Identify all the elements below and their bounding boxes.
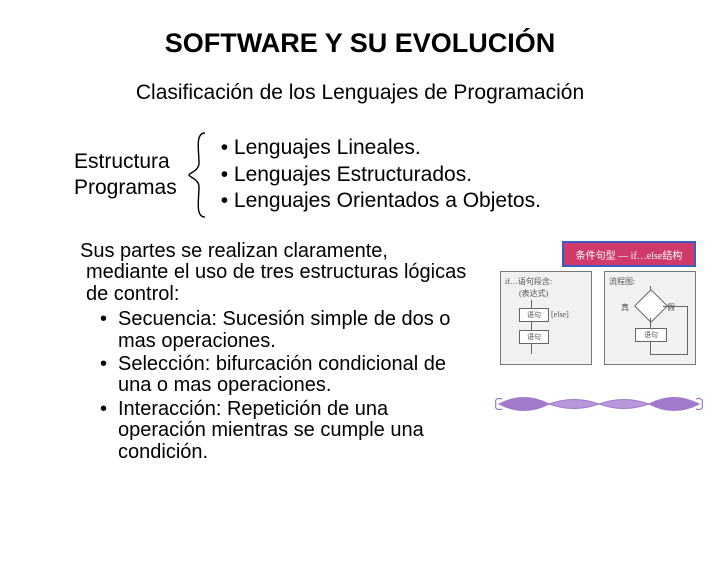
body-intro: Sus partes se realizan claramente, media… [72,241,472,305]
list-item: Selección: bifurcación condicional de un… [100,354,472,397]
d1-sub: (表达式) [519,288,548,299]
brace-group: Estructura Programas • Lenguajes Lineale… [74,131,720,219]
d1-arrow-icon [531,344,532,354]
d1-arrow-icon [531,322,532,330]
list-item: Interacción: Repetición de una operación… [100,399,472,463]
brace-label: Estructura Programas [74,149,177,202]
body-text: Sus partes se realizan claramente, media… [72,241,472,463]
d2-branch-icon [650,354,688,355]
brace-label-line2: Programas [74,176,177,199]
brace-item: • Lenguajes Orientados a Objetos. [221,188,541,215]
brace-label-line1: Estructura [74,150,170,173]
left-brace-icon [185,131,211,219]
d2-branch-icon [663,306,687,307]
figure-caption-bar: 条件句型 — if…else结构 [562,241,696,267]
d2-false: 假 [667,302,675,313]
d1-arrow-icon [531,300,532,308]
d2-step: 语句 [635,328,667,342]
figure-boxes: if…语句段含: (表达式) 语句 [else] 语句 流程图: 真 假 语句 [500,271,696,365]
d1-step: 语句 [519,308,549,322]
body-list: Secuencia: Sucesión simple de dos o mas … [72,309,472,463]
lower-section: Sus partes se realizan claramente, media… [0,241,720,463]
d1-else: [else] [551,310,569,319]
brace-list: • Lenguajes Lineales. • Lenguajes Estruc… [221,135,541,216]
brace-item: • Lenguajes Estructurados. [221,162,541,189]
list-item: Secuencia: Sucesión simple de dos o mas … [100,309,472,352]
d2-true: 真 [621,302,629,313]
figure-area: 条件句型 — if…else结构 if…语句段含: (表达式) 语句 [else… [472,241,720,463]
brace-item: • Lenguajes Lineales. [221,135,541,162]
diagram-selection: 流程图: 真 假 语句 [604,271,696,365]
decorative-flourish-icon [494,389,704,419]
diagram-sequence: if…语句段含: (表达式) 语句 [else] 语句 [500,271,592,365]
d2-arrow-icon [650,342,651,354]
d1-header: if…语句段含: [505,276,552,287]
d2-branch-icon [687,306,688,354]
d2-header: 流程图: [609,276,635,287]
d1-step: 语句 [519,330,549,344]
slide-subtitle: Clasificación de los Lenguajes de Progra… [0,81,720,105]
d2-arrow-icon [650,318,651,328]
slide-title: SOFTWARE Y SU EVOLUCIÓN [0,28,720,59]
